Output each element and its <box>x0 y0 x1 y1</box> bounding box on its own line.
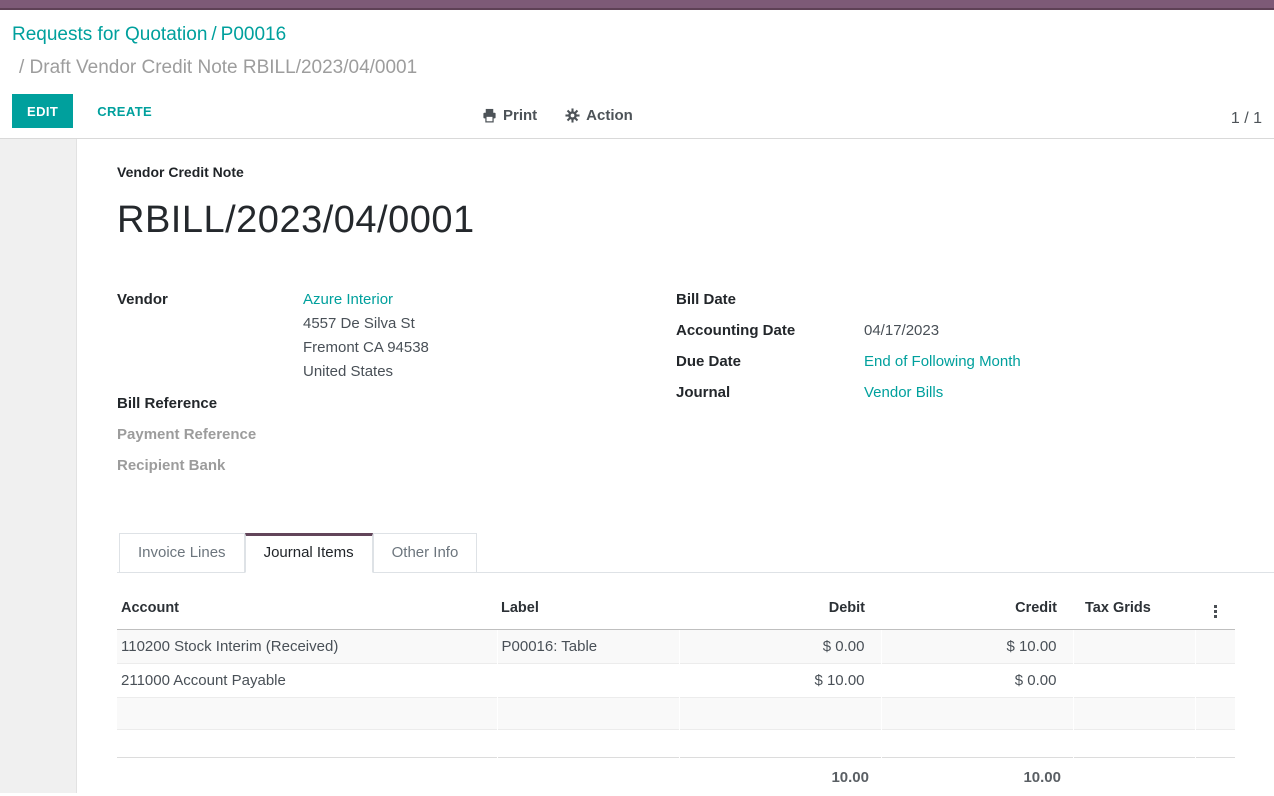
cell-debit[interactable]: $ 0.00 <box>679 630 881 664</box>
vendor-address-line3: United States <box>303 360 429 384</box>
journal-items-table-wrap: Account Label Debit Credit Tax Grids 110… <box>117 587 1274 796</box>
bill-date-label: Bill Date <box>676 288 864 312</box>
accounting-date-value: 04/17/2023 <box>864 319 939 343</box>
breadcrumb-link-p00016[interactable]: P00016 <box>221 24 287 45</box>
field-due-date: Due Date End of Following Month <box>676 350 1274 374</box>
column-header-credit[interactable]: Credit <box>881 587 1073 630</box>
breadcrumb: Requests for Quotation/P00016 <box>12 23 1262 47</box>
cell-credit[interactable]: $ 10.00 <box>881 630 1073 664</box>
breadcrumb-current: / Draft Vendor Credit Note RBILL/2023/04… <box>19 56 1262 80</box>
field-journal: Journal Vendor Bills <box>676 381 1274 405</box>
field-bill-reference: Bill Reference <box>117 392 676 416</box>
tab-invoice-lines[interactable]: Invoice Lines <box>119 533 245 572</box>
cell-label[interactable]: P00016: Table <box>497 630 679 664</box>
due-date-label: Due Date <box>676 350 864 374</box>
cell-account[interactable]: 211000 Account Payable <box>117 664 497 698</box>
field-groups: Vendor Azure Interior 4557 De Silva St F… <box>117 288 1274 485</box>
field-vendor: Vendor Azure Interior 4557 De Silva St F… <box>117 288 676 384</box>
action-button[interactable]: Action <box>565 107 633 124</box>
print-label: Print <box>503 107 537 124</box>
column-header-label[interactable]: Label <box>497 587 679 630</box>
cell-tax-grids[interactable] <box>1073 630 1195 664</box>
field-bill-date: Bill Date <box>676 288 1274 312</box>
control-panel: Requests for Quotation/P00016 / Draft Ve… <box>0 10 1274 139</box>
bill-reference-label: Bill Reference <box>117 392 303 416</box>
table-spacer <box>117 730 1235 758</box>
table-row[interactable]: 211000 Account Payable $ 10.00 $ 0.00 <box>117 664 1235 698</box>
due-date-link[interactable]: End of Following Month <box>864 353 1021 370</box>
vendor-address-line1: 4557 De Silva St <box>303 312 429 336</box>
kebab-menu-icon[interactable] <box>1210 603 1221 620</box>
tab-journal-items[interactable]: Journal Items <box>245 533 373 573</box>
main-area: Vendor Credit Note RBILL/2023/04/0001 Ve… <box>0 139 1274 793</box>
vendor-address-line2: Fremont CA 94538 <box>303 336 429 360</box>
table-header-row: Account Label Debit Credit Tax Grids <box>117 587 1235 630</box>
cell-debit[interactable]: $ 10.00 <box>679 664 881 698</box>
document-title: RBILL/2023/04/0001 <box>117 198 1274 242</box>
column-header-tax-grids[interactable]: Tax Grids <box>1073 587 1195 630</box>
total-credit: 10.00 <box>881 758 1073 796</box>
record-pager[interactable]: 1 / 1 <box>1231 110 1262 128</box>
vendor-label: Vendor <box>117 288 303 384</box>
field-payment-reference: Payment Reference <box>117 423 676 447</box>
table-row-empty[interactable] <box>117 698 1235 730</box>
gear-icon <box>565 108 580 123</box>
payment-reference-label: Payment Reference <box>117 423 303 447</box>
print-button[interactable]: Print <box>482 107 537 124</box>
table-footer-row: 10.00 10.00 <box>117 758 1235 796</box>
field-accounting-date: Accounting Date 04/17/2023 <box>676 319 1274 343</box>
journal-items-table: Account Label Debit Credit Tax Grids 110… <box>117 587 1235 796</box>
journal-link[interactable]: Vendor Bills <box>864 384 943 401</box>
form-sheet: Vendor Credit Note RBILL/2023/04/0001 Ve… <box>77 139 1274 793</box>
button-row: EDIT CREATE <box>12 94 1262 128</box>
create-button[interactable]: CREATE <box>97 104 152 119</box>
printer-icon <box>482 108 497 123</box>
table-row[interactable]: 110200 Stock Interim (Received) P00016: … <box>117 630 1235 664</box>
total-debit: 10.00 <box>679 758 881 796</box>
cell-account[interactable]: 110200 Stock Interim (Received) <box>117 630 497 664</box>
app-brand-bar <box>0 0 1274 10</box>
field-group-left: Vendor Azure Interior 4557 De Silva St F… <box>117 288 676 485</box>
action-label: Action <box>586 107 633 124</box>
accounting-date-label: Accounting Date <box>676 319 864 343</box>
edit-button[interactable]: EDIT <box>12 94 73 128</box>
notebook-tabs: Invoice Lines Journal Items Other Info <box>117 533 1274 573</box>
breadcrumb-link-requests-for-quotation[interactable]: Requests for Quotation <box>12 24 207 45</box>
column-header-account[interactable]: Account <box>117 587 497 630</box>
column-header-debit[interactable]: Debit <box>679 587 881 630</box>
field-recipient-bank: Recipient Bank <box>117 454 676 478</box>
cell-label[interactable] <box>497 664 679 698</box>
cell-tax-grids[interactable] <box>1073 664 1195 698</box>
field-group-right: Bill Date Accounting Date 04/17/2023 Due… <box>676 288 1274 485</box>
journal-label: Journal <box>676 381 864 405</box>
cell-credit[interactable]: $ 0.00 <box>881 664 1073 698</box>
breadcrumb-separator: / <box>207 24 220 45</box>
left-gutter <box>0 139 77 793</box>
document-type-label: Vendor Credit Note <box>117 164 1274 181</box>
print-action-group: Print Action <box>482 107 633 124</box>
vendor-link[interactable]: Azure Interior <box>303 291 393 308</box>
vendor-value: Azure Interior 4557 De Silva St Fremont … <box>303 288 429 384</box>
tab-other-info[interactable]: Other Info <box>373 533 478 572</box>
recipient-bank-label: Recipient Bank <box>117 454 303 478</box>
